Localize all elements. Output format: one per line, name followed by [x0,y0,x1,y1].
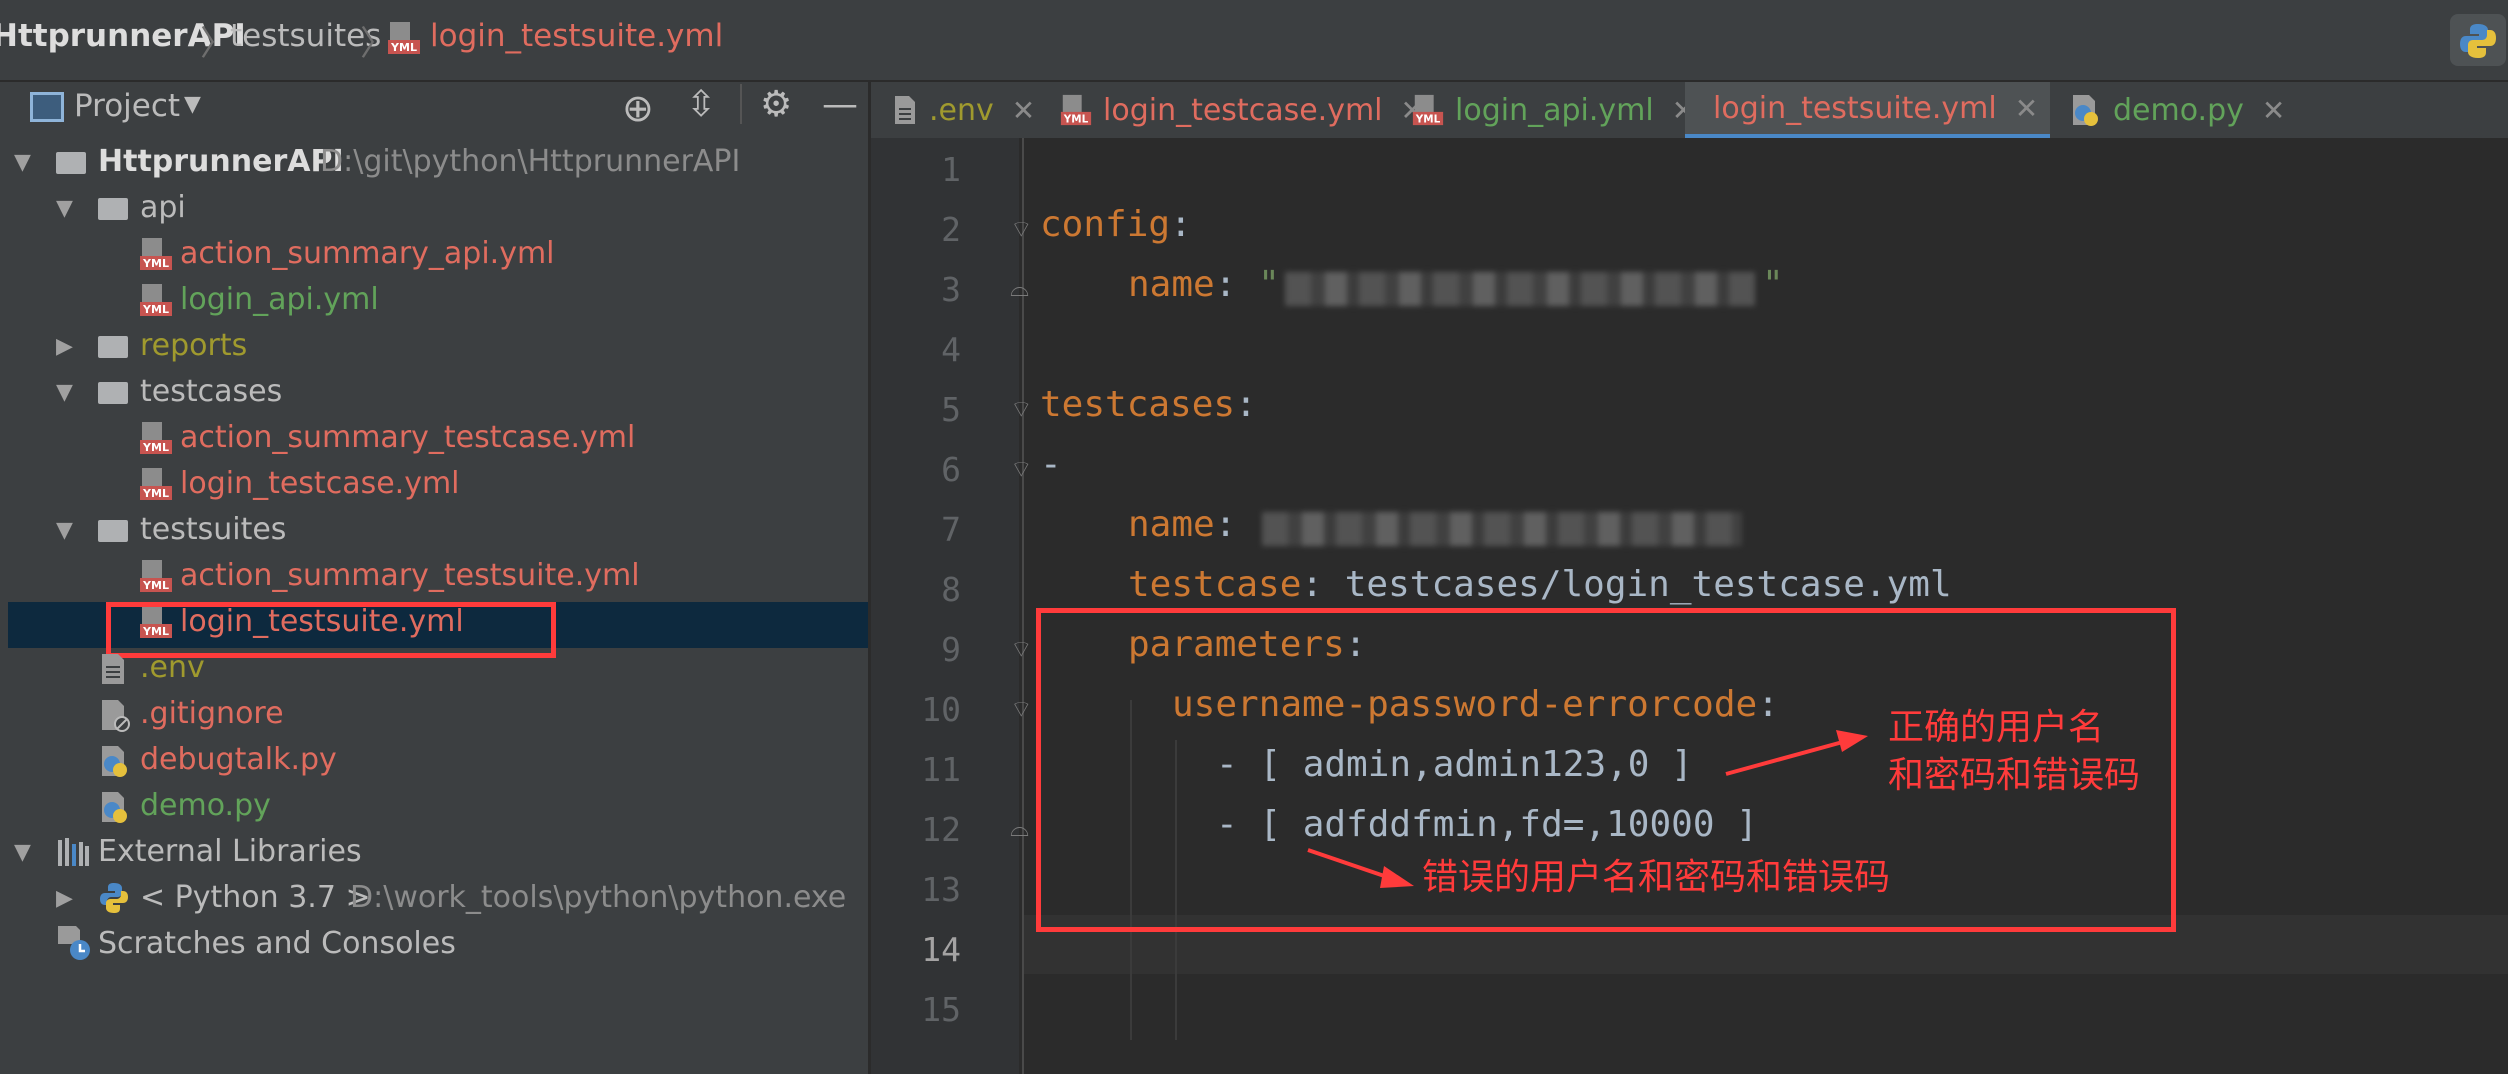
annotation-correct-line1: 正确的用户名 [1888,707,2105,748]
arrow-head-icon [1836,730,1868,752]
annotation-correct-line2: 和密码和错误码 [1888,755,2141,796]
arrow-head-icon [1380,866,1414,888]
annotation-arrows [1307,730,1868,888]
annotation-wrong: 错误的用户名和密码和错误码 [1422,857,1891,898]
arrow-line [1725,738,1851,776]
